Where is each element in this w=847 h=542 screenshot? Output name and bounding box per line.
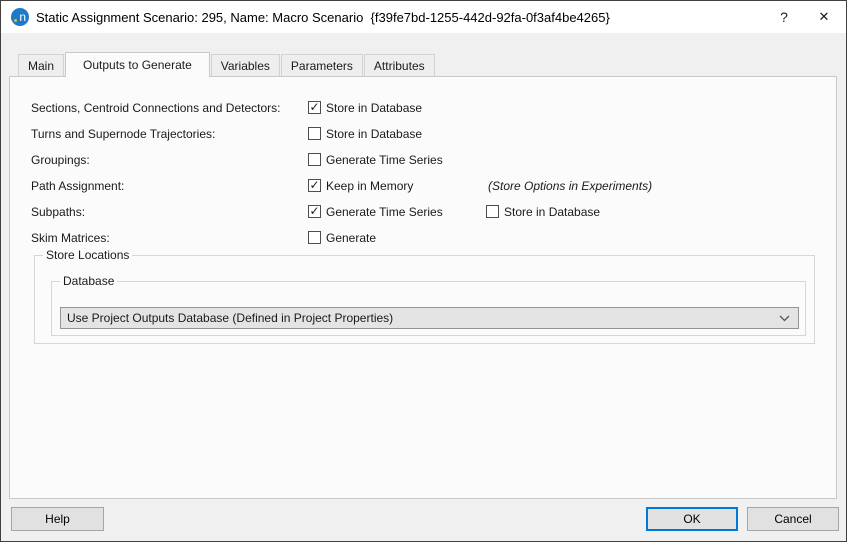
checkbox-label[interactable]: Generate Time Series (326, 205, 443, 219)
tab-main[interactable]: Main (18, 54, 65, 76)
check-mark-icon: ✓ (309, 99, 320, 114)
row-label: Skim Matrices: (31, 230, 110, 245)
checkbox-label[interactable]: Generate Time Series (326, 153, 443, 167)
row-groupings: Groupings: Generate Time Series (31, 151, 828, 168)
aimsun-logo-icon: n (11, 8, 29, 26)
outputs-panel: Sections, Centroid Connections and Detec… (9, 76, 837, 499)
help-button[interactable]: Help (11, 507, 104, 531)
checkbox-label[interactable]: Store in Database (326, 101, 422, 115)
logo-dot (14, 19, 17, 22)
checkbox-label[interactable]: Store in Database (504, 205, 600, 219)
row-path-assignment: Path Assignment: ✓ Keep in Memory (Store… (31, 177, 828, 194)
database-groupbox: Database Use Project Outputs Database (D… (51, 274, 806, 336)
store-options-note: (Store Options in Experiments) (488, 178, 653, 193)
check-mark-icon: ✓ (309, 203, 320, 218)
close-icon[interactable]: ✕ (804, 1, 844, 33)
tab-outputs-to-generate[interactable]: Outputs to Generate (65, 52, 210, 77)
row-label: Sections, Centroid Connections and Detec… (31, 100, 281, 115)
row-turns: Turns and Supernode Trajectories: Store … (31, 125, 828, 142)
tab-parameters[interactable]: Parameters (280, 54, 363, 76)
checkbox-label[interactable]: Keep in Memory (326, 179, 413, 193)
row-skim-matrices: Skim Matrices: Generate (31, 229, 828, 246)
tab-attributes[interactable]: Attributes (363, 54, 435, 76)
window-title: Static Assignment Scenario: 295, Name: M… (36, 9, 610, 25)
row-label: Groupings: (31, 152, 90, 167)
checkbox-box[interactable]: ✓ (308, 101, 321, 114)
checkbox-turns-store-in-database[interactable]: Store in Database (308, 127, 422, 141)
checkbox-label[interactable]: Generate (326, 231, 376, 245)
checkbox-sections-store-in-database[interactable]: ✓ Store in Database (308, 101, 422, 115)
tab-variables[interactable]: Variables (210, 54, 280, 76)
checkbox-label[interactable]: Store in Database (326, 127, 422, 141)
checkbox-box[interactable] (308, 153, 321, 166)
checkbox-path-keep-in-memory[interactable]: ✓ Keep in Memory (308, 179, 413, 193)
title-bar: n Static Assignment Scenario: 295, Name:… (1, 1, 846, 33)
help-titlebar-button[interactable]: ? (764, 1, 804, 33)
row-label: Turns and Supernode Trajectories: (31, 126, 216, 141)
database-select[interactable]: Use Project Outputs Database (Defined in… (60, 307, 799, 329)
checkbox-subpaths-store-in-database[interactable]: Store in Database (486, 205, 600, 219)
checkbox-box[interactable]: ✓ (308, 205, 321, 218)
row-label: Subpaths: (31, 204, 86, 219)
database-selected-value: Use Project Outputs Database (Defined in… (67, 311, 394, 325)
checkbox-skim-generate[interactable]: Generate (308, 231, 376, 245)
checkbox-groupings-generate-time-series[interactable]: Generate Time Series (308, 153, 443, 167)
logo-letter: n (19, 10, 26, 24)
row-sections: Sections, Centroid Connections and Detec… (31, 99, 828, 116)
tab-bar: Main Outputs to Generate Variables Param… (18, 51, 436, 77)
checkbox-box[interactable]: ✓ (308, 179, 321, 192)
dialog-window: n Static Assignment Scenario: 295, Name:… (0, 0, 847, 542)
chevron-down-icon (779, 315, 790, 322)
checkbox-box[interactable] (486, 205, 499, 218)
checkbox-box[interactable] (308, 231, 321, 244)
row-subpaths: Subpaths: ✓ Generate Time Series Store i… (31, 203, 828, 220)
store-locations-title: Store Locations (43, 248, 133, 263)
ok-button[interactable]: OK (646, 507, 738, 531)
cancel-button[interactable]: Cancel (747, 507, 839, 531)
check-mark-icon: ✓ (309, 177, 320, 192)
database-title: Database (60, 274, 118, 289)
checkbox-box[interactable] (308, 127, 321, 140)
checkbox-subpaths-generate-time-series[interactable]: ✓ Generate Time Series (308, 205, 443, 219)
row-label: Path Assignment: (31, 178, 125, 193)
store-locations-groupbox: Store Locations Database Use Project Out… (34, 248, 815, 344)
